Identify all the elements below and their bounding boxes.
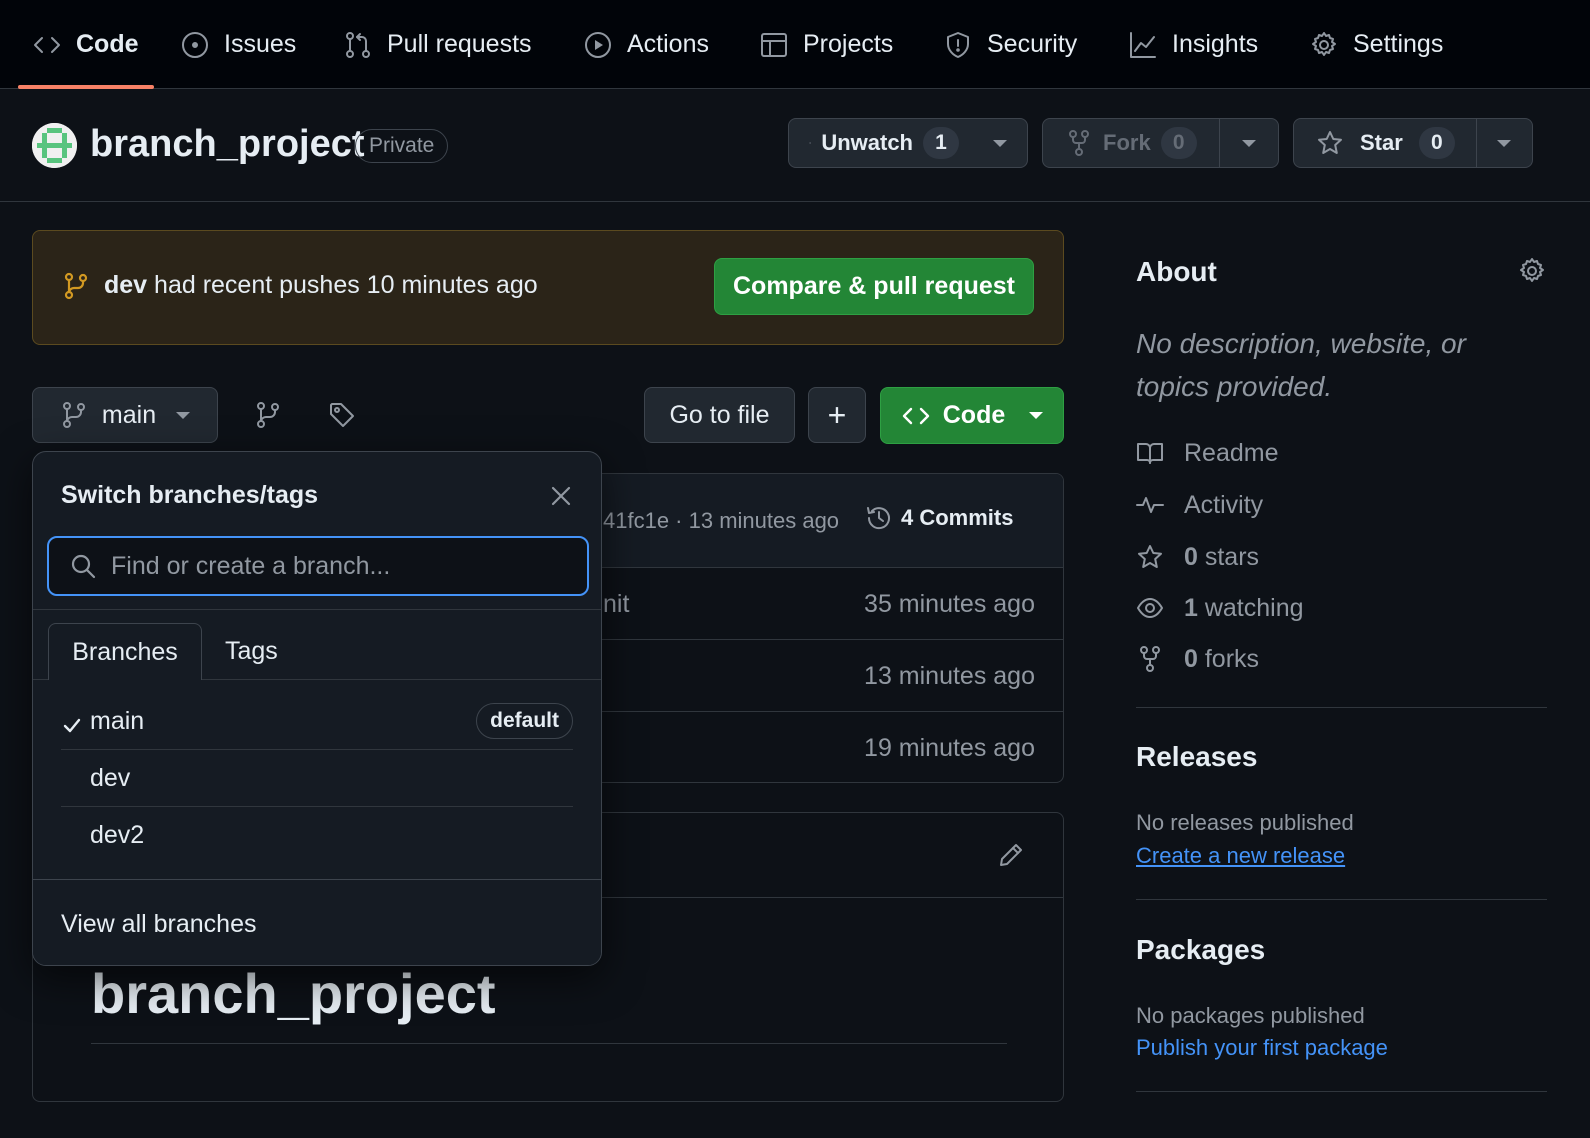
tab-issues[interactable]: Issues xyxy=(180,0,296,89)
chevron-down-icon xyxy=(1242,139,1256,147)
tab-settings[interactable]: Settings xyxy=(1309,0,1443,89)
fork-counter: 0 xyxy=(1160,127,1197,159)
code-icon xyxy=(902,407,929,424)
history-icon xyxy=(867,507,890,530)
star-icon xyxy=(1138,545,1162,568)
chevron-down-icon xyxy=(1029,412,1044,419)
branch-item-dev[interactable]: dev xyxy=(61,750,573,807)
readme-heading: branch_project xyxy=(91,962,496,1025)
chevron-down-icon xyxy=(993,139,1007,147)
branch-select-button[interactable]: main xyxy=(32,387,218,443)
book-icon xyxy=(1137,443,1163,464)
forks-link[interactable]: 0 forks xyxy=(1136,642,1259,676)
chevron-down-icon xyxy=(176,411,191,419)
commits-link[interactable]: 4 Commits xyxy=(865,504,1013,532)
fork-button[interactable]: Fork 0 xyxy=(1043,119,1219,167)
about-description: No description, website, or topics provi… xyxy=(1136,328,1466,402)
branch-item-dev2[interactable]: dev2 xyxy=(61,807,573,864)
gear-icon[interactable] xyxy=(1518,257,1546,285)
publish-package-link[interactable]: Publish your first package xyxy=(1136,1035,1388,1061)
star-dropdown-button[interactable] xyxy=(1476,119,1531,167)
pulse-icon xyxy=(1136,497,1164,513)
tab-actions[interactable]: Actions xyxy=(583,0,709,89)
tag-icon[interactable] xyxy=(328,401,356,429)
avatar[interactable] xyxy=(32,123,77,168)
play-icon xyxy=(585,31,611,58)
recent-push-text: dev had recent pushes 10 minutes ago xyxy=(104,271,538,299)
go-to-file-button[interactable]: Go to file xyxy=(644,387,795,443)
fork-button-group: Fork 0 xyxy=(1042,118,1279,168)
repo-forked-icon xyxy=(1069,130,1089,156)
tab-pull-requests[interactable]: Pull requests xyxy=(343,0,532,89)
tab-projects[interactable]: Projects xyxy=(759,0,893,89)
repo-header: branch_project Private Unwatch 1 Fork 0 … xyxy=(0,90,1590,202)
eye-icon xyxy=(809,142,812,144)
branch-switcher-dropdown: Switch branches/tags Branches Tags main … xyxy=(32,451,602,966)
view-all-branches-link[interactable]: View all branches xyxy=(61,910,256,939)
code-icon xyxy=(34,36,60,53)
fork-dropdown-button[interactable] xyxy=(1219,119,1278,167)
eye-icon xyxy=(1137,598,1163,618)
releases-heading[interactable]: Releases xyxy=(1136,741,1257,773)
check-icon xyxy=(63,718,81,733)
tab-branches[interactable]: Branches xyxy=(48,623,202,680)
watch-counter: 1 xyxy=(923,127,959,159)
default-badge: default xyxy=(476,703,573,739)
packages-empty-text: No packages published xyxy=(1136,1003,1365,1028)
stars-link[interactable]: 0 stars xyxy=(1136,540,1259,574)
star-icon xyxy=(1318,131,1342,154)
pencil-icon[interactable] xyxy=(997,841,1025,869)
commit-hash-time[interactable]: 41fc1e · 13 minutes ago xyxy=(603,508,839,534)
tab-insights[interactable]: Insights xyxy=(1128,0,1258,89)
branches-icon[interactable] xyxy=(254,401,282,429)
gear-icon xyxy=(1312,31,1336,56)
code-clone-button[interactable]: Code xyxy=(880,387,1064,444)
readme-link[interactable]: Readme xyxy=(1136,436,1279,470)
close-icon[interactable] xyxy=(547,482,575,510)
graph-icon xyxy=(1130,31,1156,58)
branch-search-field[interactable] xyxy=(47,536,589,596)
create-release-link[interactable]: Create a new release xyxy=(1136,843,1345,869)
tab-security[interactable]: Security xyxy=(943,0,1077,89)
watch-button-group: Unwatch 1 xyxy=(788,118,1028,168)
star-counter: 0 xyxy=(1418,127,1455,159)
branch-search-input[interactable] xyxy=(111,551,571,581)
add-file-button[interactable]: + xyxy=(808,387,866,443)
branch-item-main[interactable]: main default xyxy=(61,693,573,750)
packages-heading[interactable]: Packages xyxy=(1136,934,1265,966)
star-button[interactable]: Star 0 xyxy=(1294,119,1476,167)
releases-empty-text: No releases published xyxy=(1136,810,1354,835)
compare-pull-request-button[interactable]: Compare & pull request xyxy=(714,258,1034,315)
tab-tags[interactable]: Tags xyxy=(225,623,278,680)
watch-dropdown-button[interactable] xyxy=(977,119,1023,167)
repo-forked-icon xyxy=(1140,646,1160,672)
identicon-icon xyxy=(32,123,77,168)
git-branch-icon xyxy=(64,272,88,300)
chevron-down-icon xyxy=(1497,139,1511,147)
repo-nav: Code Issues Pull requests Actions Projec… xyxy=(0,0,1590,89)
dropdown-title: Switch branches/tags xyxy=(61,481,319,509)
unwatch-button[interactable]: Unwatch 1 xyxy=(789,119,977,167)
active-tab-indicator xyxy=(18,85,154,89)
dropdown-footer: View all branches xyxy=(33,879,601,965)
table-icon xyxy=(761,32,787,57)
repo-name-link[interactable]: branch_project xyxy=(90,123,365,166)
shield-icon xyxy=(947,31,969,58)
star-button-group: Star 0 xyxy=(1293,118,1533,168)
git-pull-request-icon xyxy=(346,31,370,58)
search-icon xyxy=(71,554,96,579)
issue-opened-icon xyxy=(182,31,208,58)
visibility-badge: Private xyxy=(355,129,449,163)
pushed-branch-name[interactable]: dev xyxy=(104,271,147,299)
watchers-link[interactable]: 1 watching xyxy=(1136,591,1304,625)
git-branch-icon xyxy=(62,402,85,428)
about-heading: About xyxy=(1136,256,1217,287)
activity-link[interactable]: Activity xyxy=(1136,488,1263,522)
tab-code[interactable]: Code xyxy=(32,0,139,89)
